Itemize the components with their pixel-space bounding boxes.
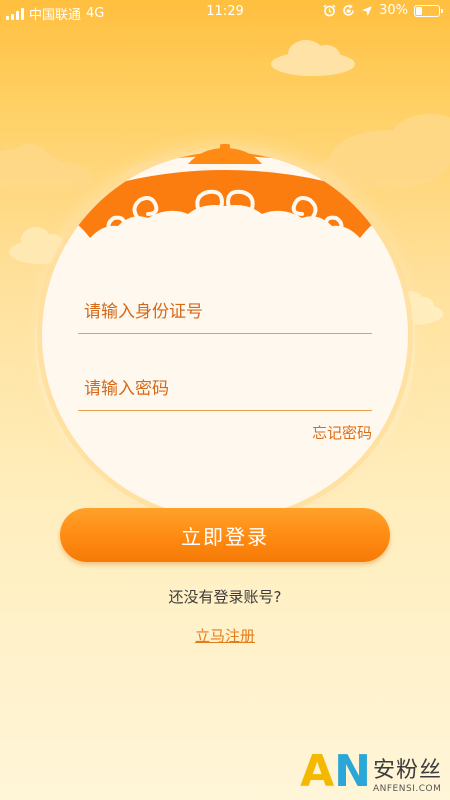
forgot-password-link[interactable]: 忘记密码	[312, 422, 372, 443]
watermark-logo: AN 安粉丝 ANFENSI.COM	[300, 746, 442, 797]
status-bar-right: 30%	[323, 3, 443, 18]
login-panel	[42, 152, 408, 518]
watermark-text: 安粉丝 ANFENSI.COM	[373, 758, 442, 794]
rotation-lock-icon	[343, 4, 354, 16]
alarm-icon	[323, 4, 336, 17]
password-input[interactable]	[78, 367, 378, 410]
crown-top-icon	[188, 144, 262, 164]
password-field[interactable]	[78, 367, 378, 411]
location-icon	[362, 5, 373, 16]
watermark-letters: AN	[300, 746, 371, 797]
login-button[interactable]: 立即登录	[60, 508, 390, 562]
battery-percent: 30%	[379, 3, 408, 18]
id-number-field[interactable]	[78, 290, 378, 334]
watermark-domain: ANFENSI.COM	[372, 784, 442, 794]
status-bar: 中国联通 4G 11:29 30%	[0, 0, 450, 24]
watermark-chinese: 安粉丝	[372, 758, 442, 783]
no-account-prompt: 还没有登录账号?	[168, 588, 282, 606]
cloud-decoration	[271, 40, 355, 76]
battery-level	[416, 6, 422, 15]
battery-icon	[414, 4, 443, 17]
register-link[interactable]: 立马注册	[0, 625, 450, 646]
id-number-input[interactable]	[78, 290, 378, 333]
ornament-crown-icon	[42, 152, 408, 238]
